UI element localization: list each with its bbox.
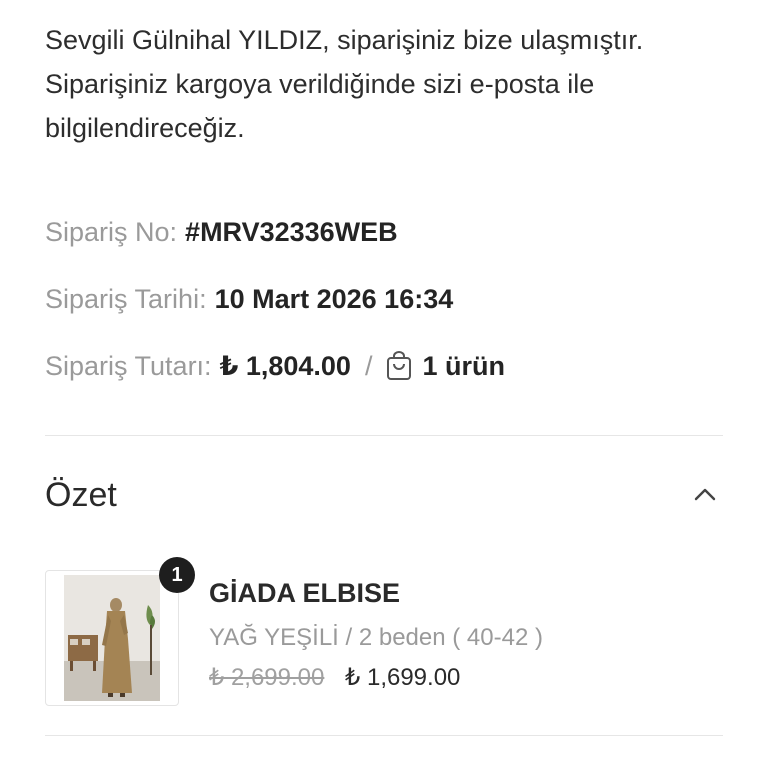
order-confirmation-page: Sevgili Gülnihal YILDIZ, siparişiniz biz…: [0, 0, 768, 768]
product-thumbnail[interactable]: 1: [45, 557, 195, 706]
product-item[interactable]: 1 GİADA ELBISE YAĞ YEŞİLİ / 2 beden ( 40…: [45, 557, 723, 706]
summary-title: Özet: [45, 475, 117, 514]
confirmation-message: Sevgili Gülnihal YILDIZ, siparişiniz biz…: [45, 25, 644, 143]
divider: [45, 435, 723, 436]
original-price: ₺ 2,699.00: [209, 664, 325, 691]
order-total-row: Sipariş Tutarı: ₺ 1,804.00 / 1 ürün: [45, 349, 505, 383]
product-image: [64, 575, 160, 701]
chevron-up-icon[interactable]: [691, 481, 719, 509]
product-variant: YAĞ YEŞİLİ / 2 beden ( 40-42 ): [209, 624, 543, 651]
sale-price: ₺ 1,699.00: [345, 664, 461, 691]
order-number-label: Sipariş No:: [45, 217, 178, 247]
divider: [45, 735, 723, 736]
order-number-row: Sipariş No: #MRV32336WEB: [45, 215, 398, 249]
order-date-label: Sipariş Tarihi:: [45, 284, 207, 314]
summary-toggle[interactable]: Özet: [45, 472, 723, 518]
order-date-row: Sipariş Tarihi: 10 Mart 2026 16:34: [45, 282, 453, 316]
order-date-value: 10 Mart 2026 16:34: [214, 284, 454, 314]
item-count: 1 ürün: [422, 351, 505, 381]
order-number-value: #MRV32336WEB: [185, 217, 398, 247]
product-name[interactable]: GİADA ELBISE: [209, 578, 400, 609]
order-total-label: Sipariş Tutarı:: [45, 351, 212, 381]
price-row: ₺ 2,699.00 ₺ 1,699.00: [209, 663, 460, 692]
total-separator: /: [364, 351, 373, 381]
order-total-value: ₺ 1,804.00: [219, 351, 351, 381]
quantity-badge: 1: [159, 557, 195, 593]
shopping-bag-icon: [387, 351, 412, 380]
